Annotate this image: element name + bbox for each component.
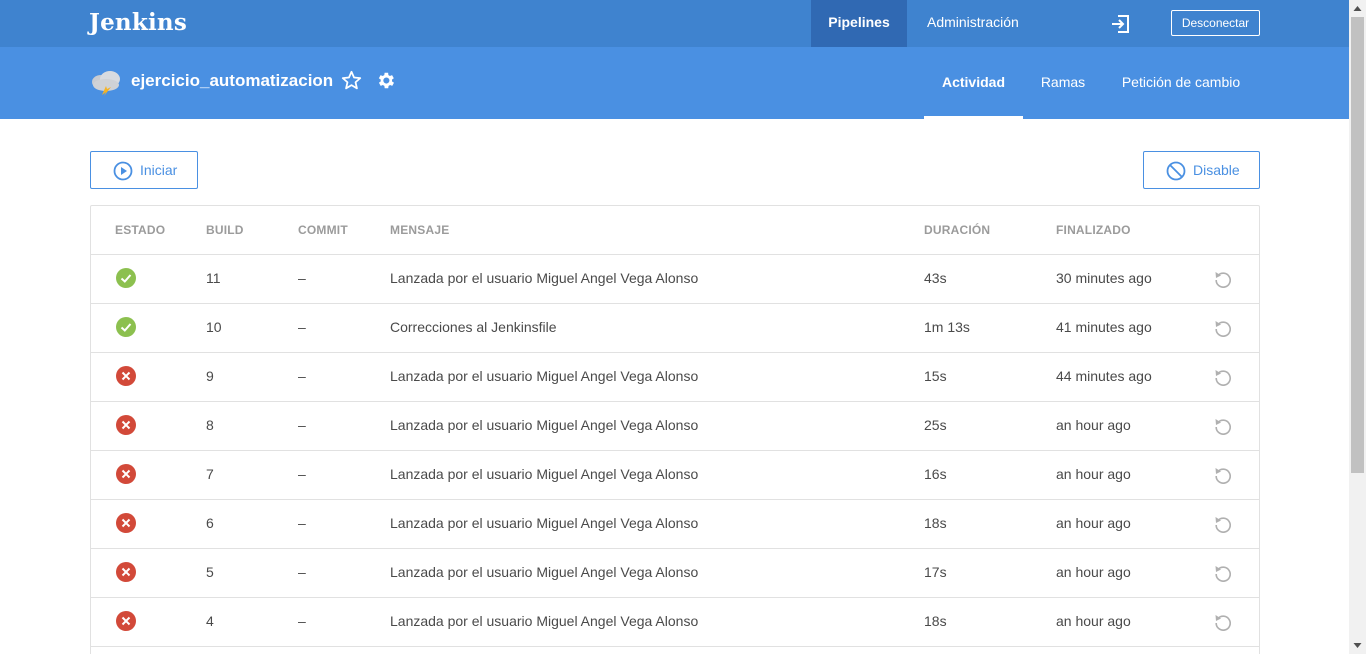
failure-status-icon [116,513,136,533]
commit-id: – [298,466,306,482]
jenkins-logo[interactable]: Jenkins [89,9,187,36]
build-number: 8 [206,417,214,433]
scroll-down-arrow-icon[interactable] [1349,637,1366,654]
commit-id: – [298,368,306,384]
run-button[interactable]: Iniciar [90,151,198,189]
scroll-thumb[interactable] [1351,17,1364,473]
page-scrollbar[interactable] [1349,0,1366,654]
tab-activity[interactable]: Actividad [924,47,1023,119]
build-finished: an hour ago [1056,417,1131,433]
commit-id: – [298,515,306,531]
build-duration: 18s [924,515,947,531]
play-icon [113,161,133,181]
table-row[interactable]: 9 – Lanzada por el usuario Miguel Angel Ve… [91,353,1259,402]
run-button-label: Iniciar [140,162,178,178]
build-number: 11 [206,270,221,286]
replay-icon[interactable] [1213,416,1233,436]
build-finished: an hour ago [1056,466,1131,482]
build-duration: 43s [924,270,947,286]
replay-icon[interactable] [1213,269,1233,289]
build-duration: 25s [924,417,947,433]
build-number: 7 [206,466,214,482]
build-number: 5 [206,564,214,580]
build-finished: 30 minutes ago [1056,270,1152,286]
header-status: ESTADO [115,223,166,237]
failure-status-icon [116,415,136,435]
header-build: BUILD [206,223,244,237]
build-finished: an hour ago [1056,613,1131,629]
build-finished: 44 minutes ago [1056,368,1152,384]
commit-id: – [298,564,306,580]
build-message: Lanzada por el usuario Miguel Angel Vega… [390,270,699,286]
nav-administration[interactable]: Administración [927,0,1019,47]
replay-icon[interactable] [1213,367,1233,387]
build-message: Lanzada por el usuario Miguel Angel Vega… [390,613,699,629]
build-number: 10 [206,319,222,335]
table-row[interactable]: 8 – Lanzada por el usuario Miguel Angel Ve… [91,402,1259,451]
build-finished: 41 minutes ago [1056,319,1152,335]
nav-pipelines[interactable]: Pipelines [811,0,907,47]
build-finished: an hour ago [1056,564,1131,580]
pipeline-name: ejercicio_automatizacion [131,71,334,90]
stormy-weather-icon [92,71,120,96]
tab-pull-requests[interactable]: Petición de cambio [1110,47,1252,119]
build-number: 9 [206,368,214,384]
failure-status-icon [116,464,136,484]
activity-table: ESTADO BUILD COMMIT MENSAJE DURACIÓN FIN… [90,205,1260,654]
gear-icon[interactable] [375,70,396,91]
failure-status-icon [116,366,136,386]
success-status-icon [116,317,136,337]
tab-branches[interactable]: Ramas [1029,47,1097,119]
commit-id: – [298,319,306,335]
table-row[interactable]: 11 – Lanzada por el usuario Miguel Angel V… [91,255,1259,304]
disable-button-label: Disable [1193,162,1240,178]
table-row[interactable]: 4 – Lanzada por el usuario Miguel Angel Ve… [91,598,1259,647]
build-number: 4 [206,613,214,629]
logout-button[interactable]: Desconectar [1171,10,1260,36]
block-icon [1166,161,1186,181]
header-message: MENSAJE [390,223,450,237]
table-row[interactable]: 7 – Lanzada por el usuario Miguel Angel Ve… [91,451,1259,500]
header-finished: FINALIZADO [1056,223,1131,237]
table-row[interactable]: 10 – Correcciones al Jenkinsfile 1m 13s 41 m… [91,304,1259,353]
favorite-star-icon[interactable] [341,70,362,91]
build-message: Lanzada por el usuario Miguel Angel Vega… [390,417,699,433]
failure-status-icon [116,562,136,582]
build-message: Lanzada por el usuario Miguel Angel Vega… [390,368,699,384]
build-message: Lanzada por el usuario Miguel Angel Vega… [390,466,699,482]
build-message: Correcciones al Jenkinsfile [390,319,557,335]
top-header: Jenkins Pipelines Administración Descone… [0,0,1349,47]
replay-icon[interactable] [1213,514,1233,534]
logout-icon[interactable] [1110,13,1132,35]
build-finished: an hour ago [1056,515,1131,531]
success-status-icon [116,268,136,288]
build-duration: 17s [924,564,947,580]
build-number: 6 [206,515,214,531]
failure-status-icon [116,611,136,631]
header-commit: COMMIT [298,223,348,237]
commit-id: – [298,613,306,629]
replay-icon[interactable] [1213,612,1233,632]
table-row[interactable]: 5 – Lanzada por el usuario Miguel Angel Ve… [91,549,1259,598]
build-message: Lanzada por el usuario Miguel Angel Vega… [390,564,699,580]
build-duration: 16s [924,466,947,482]
disable-button[interactable]: Disable [1143,151,1260,189]
commit-id: – [298,270,306,286]
replay-icon[interactable] [1213,465,1233,485]
pipeline-header: ejercicio_automatizacion Actividad Ramas… [0,47,1349,119]
build-message: Lanzada por el usuario Miguel Angel Vega… [390,515,699,531]
build-duration: 1m 13s [924,319,970,335]
scroll-up-arrow-icon[interactable] [1349,0,1366,17]
replay-icon[interactable] [1213,563,1233,583]
commit-id: – [298,417,306,433]
replay-icon[interactable] [1213,318,1233,338]
build-duration: 18s [924,613,947,629]
table-header: ESTADO BUILD COMMIT MENSAJE DURACIÓN FIN… [91,206,1259,255]
header-duration: DURACIÓN [924,223,991,237]
table-row[interactable]: 6 – Lanzada por el usuario Miguel Angel Ve… [91,500,1259,549]
build-duration: 15s [924,368,947,384]
